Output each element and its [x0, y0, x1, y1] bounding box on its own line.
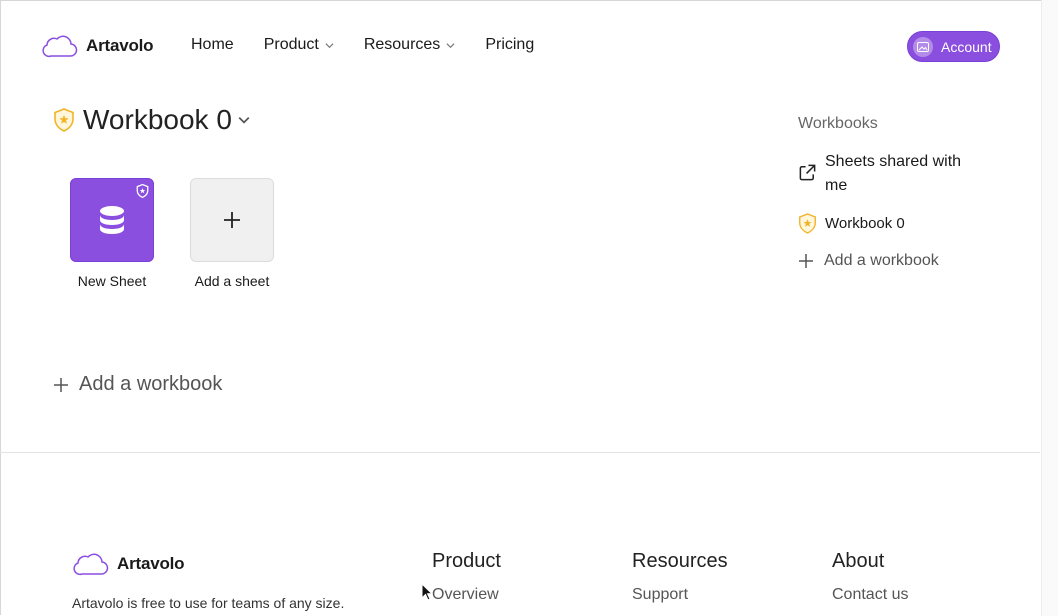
plus-icon	[799, 254, 813, 268]
footer-column-product: Product Overview	[432, 550, 501, 605]
footer-column-about: About Contact us	[832, 550, 908, 605]
sidebar-item-label: Sheets shared with me	[825, 153, 962, 194]
brand-name: Artavolo	[86, 36, 154, 55]
footer-link-overview[interactable]: Overview	[432, 585, 501, 605]
shield-star-icon	[136, 184, 149, 198]
footer-brand-link[interactable]: Artavolo	[73, 550, 185, 578]
nav-pricing-label: Pricing	[485, 36, 535, 53]
sidebar-item-workbook[interactable]: Workbook 0	[798, 213, 905, 234]
page-title: Workbook 0	[83, 104, 232, 135]
footer-column-heading: Resources	[632, 550, 728, 572]
nav-product-label: Product	[263, 36, 319, 53]
add-workbook-button[interactable]: Add a workbook	[53, 373, 222, 396]
avatar	[913, 36, 933, 57]
cloud-logo-icon	[42, 35, 78, 58]
workbook-title-dropdown[interactable]: Workbook 0	[53, 104, 250, 136]
shield-star-icon	[54, 108, 74, 132]
footer-link-support[interactable]: Support	[632, 585, 728, 605]
nav-resources[interactable]: Resources	[364, 36, 455, 54]
sidebar-add-workbook-label: Add a workbook	[824, 252, 939, 269]
sheet-tile[interactable]	[70, 178, 154, 262]
chevron-down-icon	[325, 42, 334, 48]
cloud-logo-icon	[73, 553, 109, 576]
add-workbook-label: Add a workbook	[79, 373, 223, 395]
nav-pricing[interactable]: Pricing	[485, 36, 534, 54]
sidebar-heading: Workbooks	[798, 115, 878, 132]
database-icon	[100, 206, 124, 234]
sidebar-add-workbook-button[interactable]: Add a workbook	[798, 252, 939, 270]
nav-home-label: Home	[191, 36, 234, 53]
section-divider	[0, 452, 1040, 453]
main-nav: Home Product Resources Pricing	[191, 36, 564, 54]
page-scrollbar[interactable]	[1041, 0, 1058, 616]
chevron-down-icon	[238, 117, 250, 124]
footer-link-contact[interactable]: Contact us	[832, 585, 908, 605]
chevron-down-icon	[446, 42, 455, 48]
footer-column-heading: Product	[432, 550, 501, 572]
footer-column-resources: Resources Support	[632, 550, 728, 605]
footer-brand-name: Artavolo	[117, 554, 185, 573]
sheet-card[interactable]: New Sheet	[62, 178, 162, 289]
footer-description: Artavolo is free to use for teams of any…	[72, 595, 345, 611]
account-label: Account	[941, 38, 992, 55]
sheet-label: New Sheet	[77, 273, 147, 289]
plus-icon	[224, 212, 240, 228]
plus-icon	[54, 377, 68, 392]
nav-resources-label: Resources	[363, 36, 441, 53]
image-placeholder-icon	[917, 41, 929, 52]
add-sheet-label: Add a sheet	[194, 273, 270, 289]
add-sheet-button[interactable]	[190, 178, 274, 262]
shield-star-icon	[799, 213, 816, 234]
mouse-cursor-icon	[421, 583, 433, 601]
browser-viewport	[0, 0, 1058, 615]
account-button[interactable]: Account	[907, 31, 1000, 62]
nav-product[interactable]: Product	[264, 36, 334, 54]
nav-home[interactable]: Home	[191, 36, 234, 54]
external-link-icon	[799, 164, 816, 181]
sidebar-item-label: Workbook 0	[825, 215, 905, 232]
add-sheet-card[interactable]: Add a sheet	[182, 178, 282, 289]
footer-column-heading: About	[832, 550, 885, 572]
sidebar-item-shared[interactable]: Sheets shared with me	[798, 150, 978, 198]
brand-logo-link[interactable]: Artavolo	[42, 32, 154, 60]
